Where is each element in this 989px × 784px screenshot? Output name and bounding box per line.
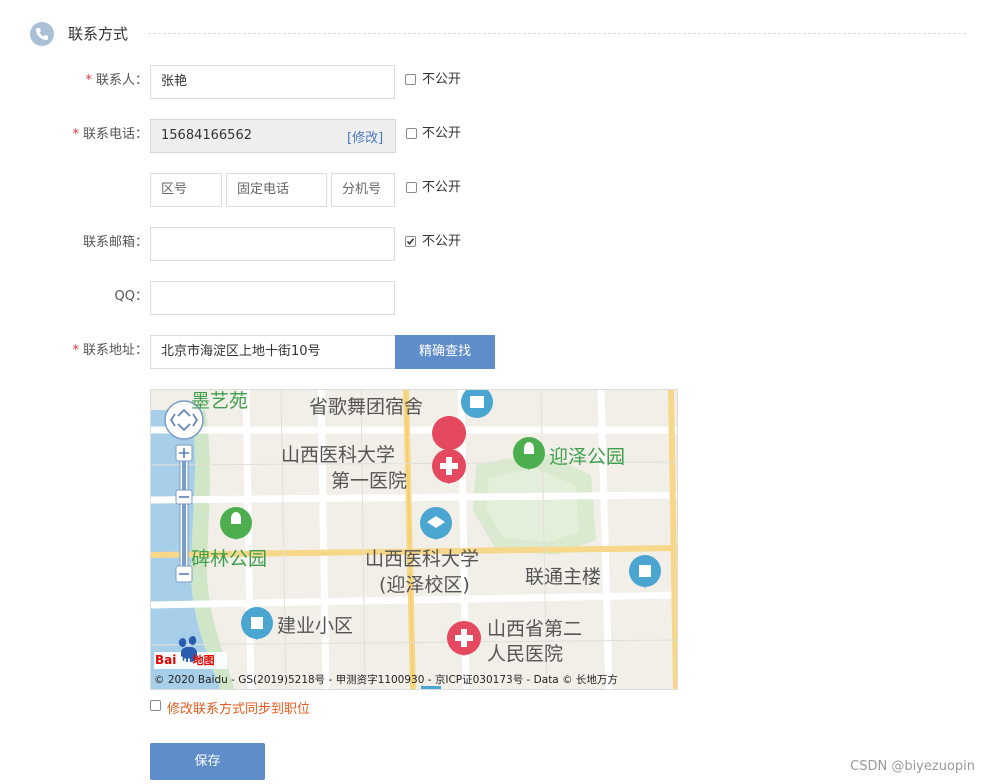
landline-private-checkbox[interactable] [406, 182, 417, 193]
contact-person-private-checkbox[interactable] [405, 74, 416, 85]
section-title: 联系方式 [68, 25, 129, 43]
map-label-gewutuan: 省歌舞团宿舍 [309, 396, 424, 418]
phone-private-checkbox[interactable] [406, 128, 417, 139]
contact-person-input[interactable]: 张艳 [150, 65, 395, 99]
checkmark-icon [406, 238, 415, 246]
qq-label: QQ： [114, 289, 148, 304]
qq-input[interactable] [150, 281, 395, 315]
phone-label: * 联系电话： [0, 127, 148, 143]
phone-label-text: 联系电话： [82, 127, 148, 142]
baidu-logo-du: du [176, 656, 191, 667]
map-label-liantongzhulou: 联通主楼 [525, 566, 602, 588]
map-label-yingzegongyuan: 迎泽公园 [549, 446, 626, 468]
section-divider [148, 33, 966, 34]
baidu-logo-map: 地图 [192, 654, 215, 667]
email-label: 联系邮箱： [82, 235, 148, 250]
phone-modify-link[interactable]: [修改] [347, 127, 383, 146]
map-background [151, 390, 677, 689]
contact-person-private-label: 不公开 [422, 72, 462, 87]
map-copyright: © 2020 Baidu - GS(2019)5218号 - 甲测资字11009… [154, 674, 618, 686]
map-label-jianyexiaoqu: 建业小区 [277, 615, 354, 637]
landline-private-label: 不公开 [422, 180, 462, 195]
required-mark: * [72, 127, 79, 142]
precise-search-button[interactable]: 精确查找 [395, 335, 495, 369]
baidu-logo-bai: Bai [155, 653, 177, 667]
map-label-yikedaxue: 山西医科大学 [281, 444, 396, 466]
phone-private-label: 不公开 [422, 126, 462, 141]
sync-checkbox[interactable] [150, 700, 161, 711]
map-label-beilingongyuan: 碑林公园 [191, 548, 268, 570]
map-view[interactable]: 墨艺苑 省歌舞团宿舍 山西医科大学 第一医院 迎泽公园 碑林公园 山西医科大学 … [150, 389, 678, 690]
email-private-checkbox[interactable] [405, 236, 416, 247]
address-input[interactable]: 北京市海淀区上地十街10号 [150, 335, 396, 369]
map-label-moyiyuan: 墨艺苑 [191, 390, 249, 412]
address-label: * 联系地址： [0, 343, 148, 359]
email-private-label: 不公开 [422, 234, 462, 249]
baidu-map-logo: Baidu 地图 [155, 652, 215, 670]
landline-input[interactable]: 固定电话 [226, 173, 327, 207]
map-label-yikedaxue-2: 山西医科大学 [365, 548, 480, 570]
map-label-dierrenmin: 山西省第二 [487, 618, 583, 640]
map-label-yingzexiaoqu: (迎泽校区) [379, 574, 470, 596]
save-button[interactable]: 保存 [150, 743, 265, 780]
required-mark: * [72, 343, 79, 358]
email-input[interactable] [150, 227, 395, 261]
sync-label[interactable]: 修改联系方式同步到职位 [167, 698, 310, 717]
contact-person-label: * 联系人： [0, 73, 148, 89]
contact-person-label-text: 联系人： [95, 73, 148, 88]
extension-input[interactable]: 分机号 [331, 173, 395, 207]
phone-value: 15684166562 [161, 128, 252, 143]
phone-icon [30, 22, 54, 46]
watermark: CSDN @biyezuopin [850, 759, 975, 774]
required-mark: * [85, 73, 92, 88]
map-label-dierrenmin-2: 人民医院 [487, 643, 564, 665]
area-code-input[interactable]: 区号 [150, 173, 222, 207]
map-label-diyiyiyuan: 第一医院 [331, 470, 408, 492]
address-label-text: 联系地址： [82, 343, 148, 358]
